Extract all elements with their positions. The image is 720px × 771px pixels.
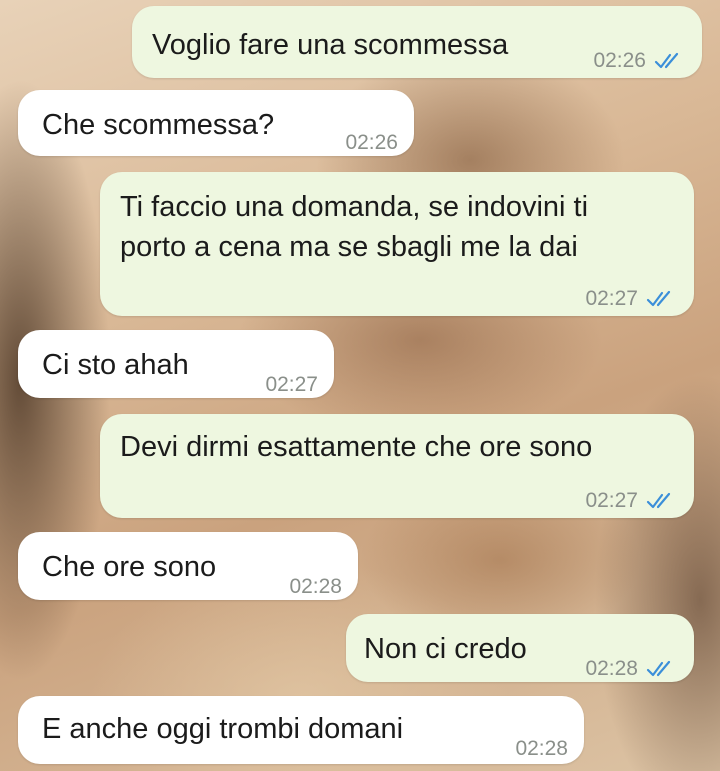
message-meta: 02:28 xyxy=(585,650,676,688)
message-text: Voglio fare una scommessa xyxy=(152,29,509,61)
message-meta: 02:26 xyxy=(593,42,684,80)
message-time: 02:28 xyxy=(585,657,638,680)
message-text-line-2: porto a cena ma se sbagli me la dai xyxy=(120,231,578,263)
message-meta: 02:27 xyxy=(585,280,676,318)
message-bubble-outgoing[interactable]: Ti faccio una domanda, se indovini ti po… xyxy=(100,172,694,316)
message-text: Devi dirmi esattamente che ore sono xyxy=(120,431,593,463)
message-time: 02:26 xyxy=(593,49,646,72)
message-bubble-outgoing[interactable]: Voglio fare una scommessa 02:26 xyxy=(132,6,702,78)
message-text: Non ci credo xyxy=(364,633,527,665)
message-text: Che ore sono xyxy=(42,551,217,583)
message-time: 02:28 xyxy=(515,737,568,760)
message-text-line-1: Ti faccio una domanda, se indovini ti xyxy=(120,191,589,223)
message-bubble-outgoing[interactable]: Devi dirmi esattamente che ore sono 02:2… xyxy=(100,414,694,518)
message-text: E anche oggi trombi domani xyxy=(42,713,404,745)
message-bubble-outgoing[interactable]: Non ci credo 02:28 xyxy=(346,614,694,682)
message-text: Che scommessa? xyxy=(42,109,275,141)
message-meta: 02:28 xyxy=(289,568,342,606)
double-check-read-icon xyxy=(654,52,679,69)
message-bubble-incoming[interactable]: Che ore sono 02:28 xyxy=(18,532,358,600)
message-time: 02:27 xyxy=(585,287,638,310)
message-text: Ci sto ahah xyxy=(42,349,189,381)
message-meta: 02:26 xyxy=(345,124,398,162)
message-time: 02:27 xyxy=(265,373,318,396)
double-check-read-icon xyxy=(646,492,671,509)
message-bubble-incoming[interactable]: E anche oggi trombi domani 02:28 xyxy=(18,696,584,764)
message-bubble-incoming[interactable]: Ci sto ahah 02:27 xyxy=(18,330,334,398)
message-time: 02:28 xyxy=(289,575,342,598)
message-meta: 02:27 xyxy=(585,482,676,520)
message-meta: 02:27 xyxy=(265,366,318,404)
double-check-read-icon xyxy=(646,290,671,307)
message-time: 02:27 xyxy=(585,489,638,512)
message-time: 02:26 xyxy=(345,131,398,154)
message-meta: 02:28 xyxy=(515,730,568,768)
double-check-read-icon xyxy=(646,660,671,677)
message-bubble-incoming[interactable]: Che scommessa? 02:26 xyxy=(18,90,414,156)
